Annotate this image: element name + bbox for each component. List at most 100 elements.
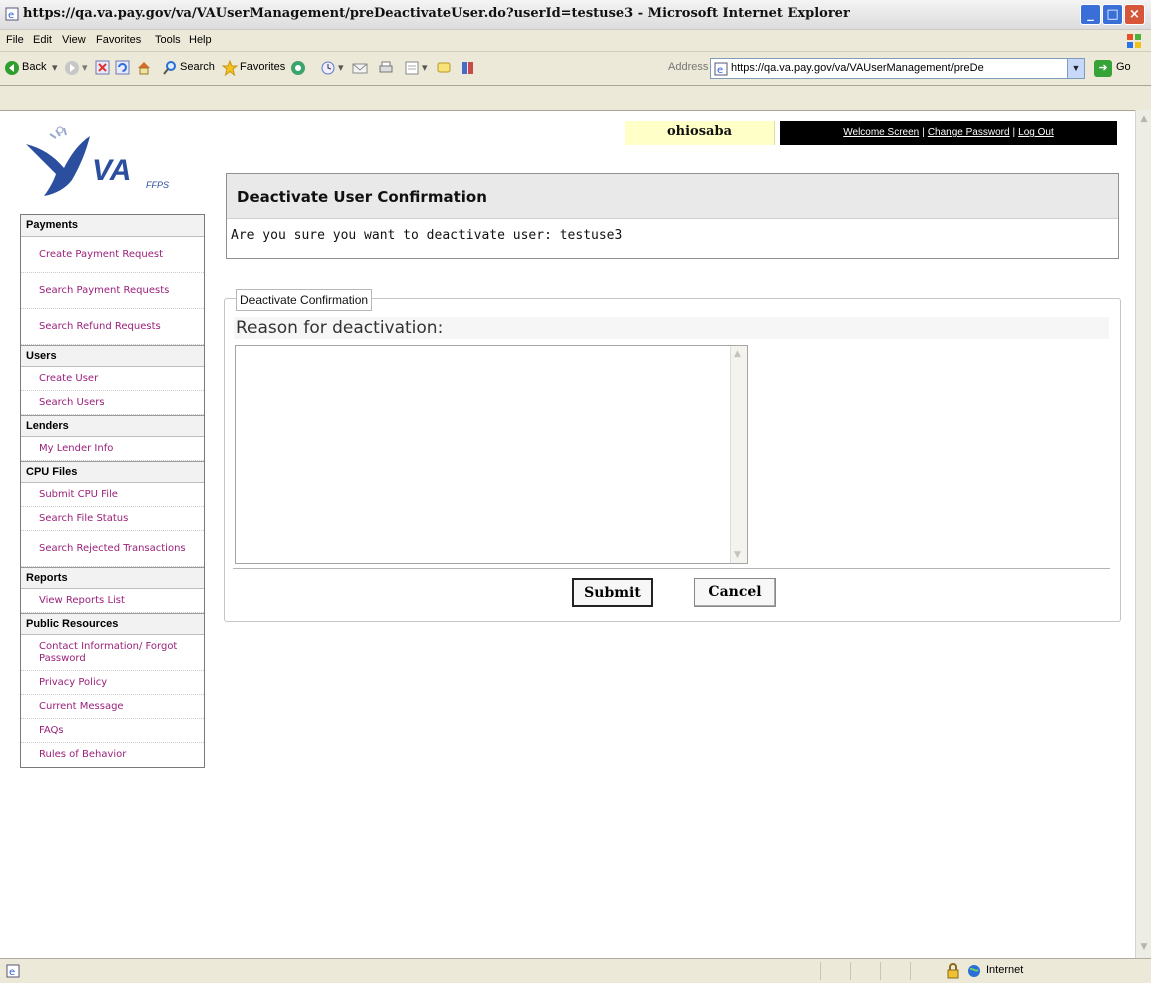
sidebar-item-privacy-policy[interactable]: Privacy Policy bbox=[21, 671, 204, 695]
textarea-scrollbar[interactable]: ▲ ▼ bbox=[730, 346, 747, 563]
sidebar-item-view-reports-list[interactable]: View Reports List bbox=[21, 589, 204, 613]
sidebar-item-my-lender-info[interactable]: My Lender Info bbox=[21, 437, 204, 461]
lock-icon bbox=[947, 963, 959, 979]
menu-file[interactable]: File bbox=[6, 34, 24, 46]
reason-textarea[interactable]: ▲ ▼ bbox=[235, 345, 748, 564]
close-window-button[interactable]: × bbox=[1124, 4, 1145, 25]
sidebar-item-search-rejected-transactions[interactable]: Search Rejected Transactions bbox=[21, 531, 204, 567]
status-segment bbox=[820, 962, 821, 980]
sidebar-section-users: Users bbox=[21, 345, 204, 367]
scroll-up-icon[interactable]: ▲ bbox=[1138, 114, 1150, 126]
history-icon[interactable] bbox=[320, 60, 336, 76]
sidebar-item-search-refund-requests[interactable]: Search Refund Requests bbox=[21, 309, 204, 345]
mail-icon[interactable] bbox=[352, 60, 368, 76]
favorites-button[interactable]: Favorites bbox=[240, 61, 285, 73]
browser-window: e https://qa.va.pay.gov/va/VAUserManagem… bbox=[0, 0, 1151, 983]
logo-text: VA bbox=[92, 154, 131, 187]
sidebar-item-create-payment-request[interactable]: Create Payment Request bbox=[21, 237, 204, 273]
edit-icon[interactable] bbox=[404, 60, 420, 76]
media-icon[interactable] bbox=[290, 60, 306, 76]
internet-zone-icon bbox=[968, 965, 980, 977]
windows-flag-icon bbox=[1127, 34, 1141, 48]
print-icon[interactable] bbox=[378, 60, 394, 76]
forward-arrow-icon[interactable] bbox=[64, 60, 80, 76]
menu-tools[interactable]: Tools bbox=[155, 34, 181, 46]
top-nav-bar: Welcome Screen | Change Password | Log Out bbox=[780, 121, 1117, 145]
search-button[interactable]: Search bbox=[180, 61, 215, 73]
sidebar-item-submit-cpu-file[interactable]: Submit CPU File bbox=[21, 483, 204, 507]
welcome-screen-link[interactable]: Welcome Screen bbox=[843, 127, 919, 138]
edit-dropdown-icon[interactable]: ▾ bbox=[422, 61, 428, 74]
address-dropdown-icon[interactable]: ▼ bbox=[1067, 59, 1084, 78]
sidebar-section-payments: Payments bbox=[21, 215, 204, 237]
sidebar-item-contact-information[interactable]: Contact Information/ Forgot Password bbox=[21, 635, 204, 671]
address-input[interactable]: e https://qa.va.pay.gov/va/VAUserManagem… bbox=[710, 58, 1085, 79]
menu-bar: File Edit View Favorites Tools Help bbox=[0, 30, 1151, 52]
nav-separator: | bbox=[922, 127, 925, 138]
maximize-button[interactable]: □ bbox=[1102, 4, 1123, 25]
log-out-link[interactable]: Log Out bbox=[1018, 127, 1054, 138]
discuss-icon[interactable] bbox=[436, 60, 452, 76]
form-divider bbox=[233, 568, 1110, 569]
change-password-link[interactable]: Change Password bbox=[928, 127, 1010, 138]
menu-edit[interactable]: Edit bbox=[33, 34, 52, 46]
go-button[interactable]: Go bbox=[1116, 61, 1131, 73]
history-dropdown-icon[interactable]: ▾ bbox=[338, 61, 344, 74]
fieldset-legend: Deactivate Confirmation bbox=[236, 289, 373, 311]
sidebar-section-public-resources: Public Resources bbox=[21, 613, 204, 635]
forward-dropdown-icon[interactable]: ▾ bbox=[82, 61, 88, 74]
page-status-icon: e bbox=[6, 964, 20, 978]
status-bar: e Internet bbox=[0, 958, 1151, 983]
menu-view[interactable]: View bbox=[62, 34, 86, 46]
research-icon[interactable] bbox=[460, 60, 476, 76]
cancel-button[interactable]: Cancel bbox=[694, 578, 776, 607]
nav-separator: | bbox=[1012, 127, 1016, 138]
confirmation-panel: Deactivate User Confirmation Are you sur… bbox=[226, 173, 1119, 259]
reason-label: Reason for deactivation: bbox=[234, 317, 1109, 339]
sidebar-section-cpu-files: CPU Files bbox=[21, 461, 204, 483]
ie-page-icon: e bbox=[5, 7, 19, 21]
svg-text:e: e bbox=[717, 65, 723, 76]
page-icon: e bbox=[714, 62, 728, 76]
menu-help[interactable]: Help bbox=[189, 34, 212, 46]
minimize-button[interactable]: _ bbox=[1080, 4, 1101, 25]
svg-text:e: e bbox=[8, 10, 14, 21]
textarea-scroll-down-icon[interactable]: ▼ bbox=[734, 550, 741, 560]
refresh-icon[interactable] bbox=[115, 60, 130, 75]
title-bar: e https://qa.va.pay.gov/va/VAUserManagem… bbox=[0, 0, 1151, 30]
sidebar-item-search-payment-requests[interactable]: Search Payment Requests bbox=[21, 273, 204, 309]
sidebar-section-reports: Reports bbox=[21, 567, 204, 589]
stop-icon[interactable] bbox=[95, 60, 110, 75]
go-arrow-icon[interactable]: ➜ bbox=[1094, 60, 1112, 77]
menu-favorites[interactable]: Favorites bbox=[96, 34, 141, 46]
sidebar-item-create-user[interactable]: Create User bbox=[21, 367, 204, 391]
address-value: https://qa.va.pay.gov/va/VAUserManagemen… bbox=[731, 62, 984, 74]
search-icon[interactable] bbox=[162, 60, 178, 76]
status-segment bbox=[880, 962, 881, 980]
status-segment bbox=[910, 962, 911, 980]
sidebar-item-rules-of-behavior[interactable]: Rules of Behavior bbox=[21, 743, 204, 767]
svg-text:e: e bbox=[9, 967, 15, 978]
back-arrow-icon[interactable] bbox=[4, 60, 20, 76]
window-title: https://qa.va.pay.gov/va/VAUserManagemen… bbox=[23, 6, 850, 21]
back-dropdown-icon[interactable]: ▾ bbox=[52, 61, 58, 74]
favorites-star-icon[interactable] bbox=[222, 60, 238, 76]
sidebar-section-lenders: Lenders bbox=[21, 415, 204, 437]
textarea-scroll-up-icon[interactable]: ▲ bbox=[734, 349, 741, 359]
internet-zone-label: Internet bbox=[986, 964, 1024, 976]
scroll-down-icon[interactable]: ▼ bbox=[1138, 942, 1150, 954]
sidebar-item-search-users[interactable]: Search Users bbox=[21, 391, 204, 415]
confirmation-message: Are you sure you want to deactivate user… bbox=[231, 228, 623, 243]
va-ffps-logo: VA FFPS bbox=[26, 126, 169, 196]
sidebar-item-current-message[interactable]: Current Message bbox=[21, 695, 204, 719]
sidebar-nav: Payments Create Payment Request Search P… bbox=[20, 214, 205, 768]
submit-button[interactable]: Submit bbox=[572, 578, 653, 607]
page-title: Deactivate User Confirmation bbox=[227, 174, 1118, 219]
home-icon[interactable] bbox=[136, 60, 152, 76]
sidebar-item-faqs[interactable]: FAQs bbox=[21, 719, 204, 743]
page-scrollbar[interactable]: ▲ ▼ bbox=[1135, 110, 1151, 958]
status-segment bbox=[850, 962, 851, 980]
back-button[interactable]: Back bbox=[22, 61, 46, 73]
sidebar-item-search-file-status[interactable]: Search File Status bbox=[21, 507, 204, 531]
browser-toolbar: Back ▾ ▾ Search Favorites ▾ ▾ Address e … bbox=[0, 52, 1151, 86]
